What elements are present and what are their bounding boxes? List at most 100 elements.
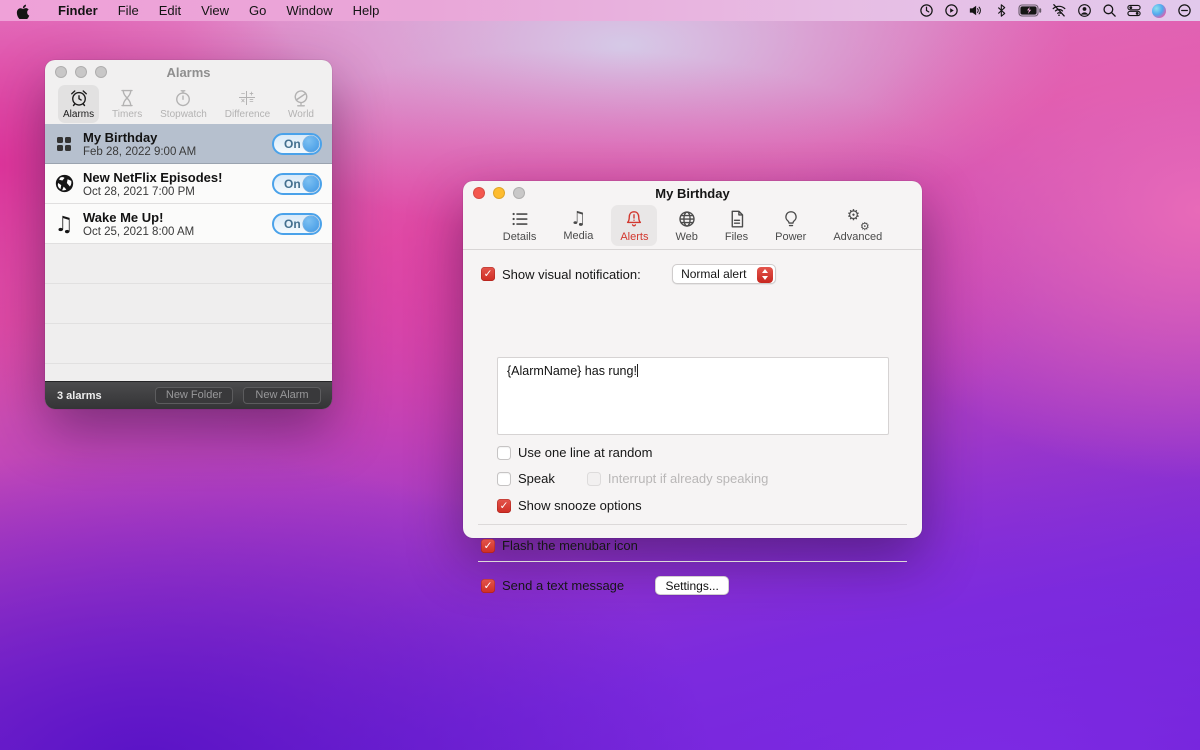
tab-web[interactable]: Web [666, 205, 706, 246]
tab-files[interactable]: Files [716, 205, 757, 246]
globe-icon [45, 173, 83, 194]
alarms-window: Alarms Alarms Timers Stopwatch [45, 60, 332, 409]
use-one-line-label: Use one line at random [518, 445, 652, 460]
tab-difference[interactable]: −+×= Difference [220, 85, 275, 123]
search-icon[interactable] [1101, 3, 1117, 19]
bell-icon [624, 209, 644, 229]
alarm-name: Wake Me Up! [83, 210, 194, 225]
siri-icon[interactable] [1151, 3, 1167, 19]
new-folder-button[interactable]: New Folder [155, 387, 233, 404]
globe-icon [677, 209, 697, 229]
tab-label: Media [563, 230, 593, 242]
tab-timers[interactable]: Timers [107, 85, 147, 123]
interrupt-checkbox [587, 472, 601, 486]
apple-menu-icon[interactable] [16, 3, 30, 19]
zoom-button[interactable] [95, 66, 107, 78]
alert-message-textarea[interactable]: {AlarmName} has rung! [497, 357, 889, 435]
empty-list-row [45, 284, 332, 324]
alarm-clock-icon[interactable] [918, 3, 934, 19]
stepper-icon [757, 267, 773, 283]
play-circle-icon[interactable] [943, 3, 959, 19]
alarm-name: New NetFlix Episodes! [83, 170, 222, 185]
tab-world[interactable]: World [283, 85, 319, 123]
menu-item-view[interactable]: View [191, 3, 239, 18]
divider [478, 524, 907, 525]
close-button[interactable] [473, 187, 485, 199]
control-center-icon[interactable] [1126, 3, 1142, 19]
alarms-footer: 3 alarms New Folder New Alarm [45, 381, 332, 409]
alarm-datetime: Oct 25, 2021 8:00 AM [83, 226, 194, 238]
volume-icon[interactable] [968, 3, 984, 19]
tab-label: Advanced [833, 231, 882, 243]
menu-item-help[interactable]: Help [343, 3, 390, 18]
tab-alarms[interactable]: Alarms [58, 85, 99, 123]
use-one-line-checkbox[interactable] [497, 446, 511, 460]
settings-button[interactable]: Settings... [655, 576, 729, 595]
tab-media[interactable]: ♫ Media [554, 205, 602, 245]
menu-item-finder[interactable]: Finder [48, 3, 108, 18]
tab-alerts[interactable]: Alerts [611, 205, 657, 246]
close-button[interactable] [55, 66, 67, 78]
tab-stopwatch[interactable]: Stopwatch [155, 85, 212, 123]
minimize-button[interactable] [75, 66, 87, 78]
battery-charging-icon[interactable] [1018, 3, 1042, 19]
alarm-row-netflix[interactable]: New NetFlix Episodes! Oct 28, 2021 7:00 … [45, 164, 332, 204]
alert-style-dropdown[interactable]: Normal alert [672, 264, 776, 284]
window-title: My Birthday [463, 181, 922, 207]
menu-item-window[interactable]: Window [276, 3, 342, 18]
detail-titlebar[interactable]: My Birthday [463, 181, 922, 203]
empty-list-row [45, 364, 332, 381]
alarm-count: 3 alarms [57, 382, 102, 410]
alarm-datetime: Feb 28, 2022 9:00 AM [83, 146, 196, 158]
bluetooth-icon[interactable] [993, 3, 1009, 19]
toggle-knob [303, 136, 319, 152]
alarm-row-my-birthday[interactable]: My Birthday Feb 28, 2022 9:00 AM On [45, 124, 332, 164]
alarm-toggle[interactable]: On [272, 133, 322, 155]
tab-power[interactable]: Power [766, 205, 815, 246]
alarm-toggle[interactable]: On [272, 173, 322, 195]
send-text-message-checkbox[interactable] [481, 579, 495, 593]
minimize-button[interactable] [493, 187, 505, 199]
user-menu-icon[interactable] [1076, 3, 1092, 19]
tab-label: Files [725, 231, 748, 243]
text-caret [637, 364, 639, 377]
toggle-label: On [284, 217, 301, 231]
gears-icon: ⚙⚙ [847, 209, 869, 229]
alarms-titlebar[interactable]: Alarms [45, 60, 332, 84]
alarm-toggle[interactable]: On [272, 213, 322, 235]
alarms-tab-bar: Alarms Timers Stopwatch −+×= Difference [45, 84, 332, 124]
do-not-disturb-icon[interactable] [1176, 3, 1192, 19]
wifi-off-icon[interactable] [1051, 3, 1067, 19]
flash-menubar-checkbox[interactable] [481, 539, 495, 553]
tab-label: Details [503, 231, 537, 243]
alarm-datetime: Oct 28, 2021 7:00 PM [83, 186, 222, 198]
music-note-icon: ♫ [570, 209, 586, 228]
grid-icon [45, 137, 83, 151]
menu-item-edit[interactable]: Edit [149, 3, 191, 18]
menu-item-file[interactable]: File [108, 3, 149, 18]
detail-toolbar: Details ♫ Media Alerts Web [463, 203, 922, 250]
show-snooze-checkbox[interactable] [497, 499, 511, 513]
alarm-clock-icon [69, 88, 89, 108]
toggle-label: On [284, 137, 301, 151]
alarm-list: My Birthday Feb 28, 2022 9:00 AM On New … [45, 124, 332, 381]
menu-item-go[interactable]: Go [239, 3, 276, 18]
document-icon [727, 209, 747, 229]
speak-checkbox[interactable] [497, 472, 511, 486]
tab-advanced[interactable]: ⚙⚙ Advanced [824, 205, 891, 246]
stopwatch-icon [173, 88, 193, 108]
music-note-icon: ♫ [45, 214, 83, 234]
alarm-row-wake-me-up[interactable]: ♫ Wake Me Up! Oct 25, 2021 8:00 AM On [45, 204, 332, 244]
lightbulb-icon [781, 209, 801, 229]
show-visual-notification-checkbox[interactable] [481, 267, 495, 281]
send-text-message-label: Send a text message [502, 578, 624, 593]
new-alarm-button[interactable]: New Alarm [243, 387, 321, 404]
list-icon [510, 209, 530, 229]
alert-style-value: Normal alert [673, 265, 755, 284]
tab-label: Stopwatch [160, 109, 207, 120]
zoom-button[interactable] [513, 187, 525, 199]
menu-bar: Finder File Edit View Go Window Help [0, 0, 1200, 21]
tab-details[interactable]: Details [494, 205, 546, 246]
show-snooze-label: Show snooze options [518, 498, 642, 513]
interrupt-label: Interrupt if already speaking [608, 471, 768, 486]
